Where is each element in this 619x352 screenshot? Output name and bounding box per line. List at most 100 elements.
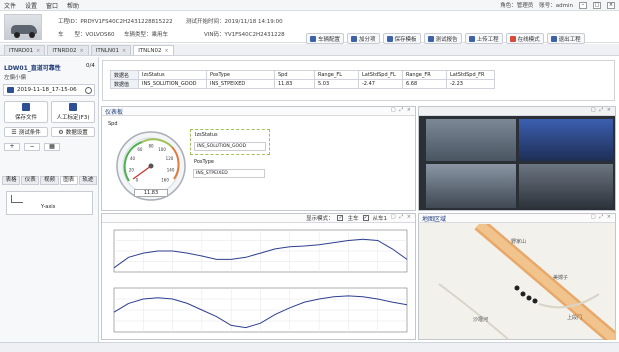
menu-settings[interactable]: 设置	[25, 1, 37, 10]
view-tab-video[interactable]: 视频	[40, 176, 59, 185]
test-report-button[interactable]: 测试报告	[423, 33, 462, 44]
test-tabs: ITNRD01 × ITNRD02 × ITNLN01 × ITNLN02 ×	[0, 44, 619, 56]
table-header-row: 数据名 IzsStatus PosType Spd Range_FL LatSt…	[110, 70, 495, 80]
table-cell: 6.68	[402, 79, 447, 89]
tab-itnrd01[interactable]: ITNRD01 ×	[4, 45, 46, 55]
data-settings-button[interactable]: ⚙ 数据设置	[51, 127, 95, 137]
table-header-cell: IzsStatus	[138, 70, 207, 80]
remove-icon[interactable]: −	[24, 143, 40, 151]
gauge-tick-label: 100	[158, 147, 166, 152]
project-id: 工程ID：PRDYV1FS40C2H2431228815222	[58, 19, 173, 25]
view-tab-track[interactable]: 轨迹	[78, 176, 98, 185]
table-cell: -2.47	[358, 79, 403, 89]
manual-mark-button[interactable]: 人工标定(F3)	[51, 101, 95, 123]
tab-close-icon[interactable]: ×	[80, 48, 84, 54]
chart-panel-header: 显示模式： ✓ 主车 ✓ 从车1 □ ⤢ ×	[102, 214, 415, 223]
user-label: 账号：admin	[539, 3, 573, 9]
gauge-tick-label: 140	[167, 167, 175, 172]
panel-window-controls[interactable]: □ ⤢ ×	[391, 214, 412, 220]
online-icon	[509, 35, 516, 42]
gear-icon: ⚙	[58, 128, 64, 136]
data-table-area: 数据名 IzsStatus PosType Spd Range_FL LatSt…	[102, 60, 615, 101]
field-card-status: IzsStatus INS_SOLUTION_GOOD	[190, 129, 270, 155]
view-tab-gauge[interactable]: 仪表	[21, 176, 40, 185]
bonus-item-button[interactable]: 加分项	[347, 33, 380, 44]
field-postype-value: INS_STPEIXED	[193, 169, 265, 178]
tab-itnln02[interactable]: ITNLN02 ×	[133, 45, 174, 55]
table-header-cell: Spd	[274, 70, 315, 80]
table-cell: INS_SOLUTION_GOOD	[138, 79, 207, 89]
online-mode-button[interactable]: 在线模式	[505, 33, 544, 44]
panel-window-controls[interactable]: □ ⤢ ×	[591, 107, 612, 113]
gauge-value-box: 11.83	[134, 189, 168, 197]
record-time-row[interactable]: 2019-11-18_17-15-06	[3, 84, 95, 96]
table-header-cell: Range_FL	[314, 70, 359, 80]
folder-icon	[7, 87, 14, 93]
config-icon	[310, 35, 316, 42]
gauge-tick-label: 80	[148, 144, 154, 149]
table-cell: -2.23	[446, 79, 495, 89]
field-status-value: INS_SOLUTION_GOOD	[194, 142, 266, 151]
gauge-tick-label: 60	[137, 147, 143, 152]
tab-close-icon[interactable]: ×	[36, 48, 40, 54]
grid-icon[interactable]: ▦	[44, 143, 60, 151]
table-cell: 5.03	[314, 79, 359, 89]
menu-help[interactable]: 帮助	[67, 1, 79, 10]
project-header: 工程ID：PRDYV1FS40C2H2431228815222 测试开始时间：2…	[0, 11, 619, 44]
tag-icon	[69, 103, 77, 111]
data-table: 数据名 IzsStatus PosType Spd Range_FL LatSt…	[110, 70, 495, 89]
close-icon[interactable]: ×	[607, 1, 615, 9]
list-icon: ☰	[11, 128, 17, 136]
table-row: 数据值 INS_SOLUTION_GOOD INS_STPEIXED 11.83…	[110, 79, 495, 89]
maximize-icon[interactable]: □	[593, 1, 601, 9]
line-chart-bottom	[113, 287, 408, 333]
upload-project-button[interactable]: 上传工程	[464, 33, 503, 44]
table-header-cell: LatStdSpd_FL	[358, 70, 403, 80]
line-chart-top	[113, 229, 408, 273]
vehicle-model: 车 型：VOLVOS60	[58, 32, 115, 38]
table-row-label: 数据值	[110, 79, 139, 89]
map-label: 上段门	[567, 315, 583, 321]
gauge-panel-title: 仪表板	[105, 108, 124, 116]
gauge-panel: 仪表板 □ ⤢ × Spd 0 20 40 60 80 100 120 140 160 11.8…	[101, 106, 416, 211]
view-tab-chart[interactable]: 图表	[59, 176, 78, 185]
map-panel-header: 地图区域 □ ⤢ ×	[419, 214, 615, 223]
save-icon	[386, 35, 393, 42]
gauge-tick-label: 120	[166, 156, 174, 161]
view-tab-table[interactable]: 表格	[2, 176, 21, 185]
table-cell: INS_STPEIXED	[206, 79, 275, 89]
map-label: 美嫦子	[553, 275, 569, 281]
exit-icon	[550, 35, 557, 42]
view-tabs: 表格 仪表 视频 图表 轨迹	[2, 176, 98, 185]
tab-close-icon[interactable]: ×	[164, 48, 168, 54]
minimize-icon[interactable]: –	[579, 1, 587, 9]
tab-itnrd02[interactable]: ITNRD02 ×	[47, 45, 89, 55]
panel-window-controls[interactable]: □ ⤢ ×	[591, 214, 612, 220]
status-bar	[0, 342, 619, 352]
test-condition-button[interactable]: ☰ 测试条件	[4, 127, 48, 137]
gauge-tick-label: 160	[161, 178, 169, 183]
settings-icon[interactable]	[85, 86, 92, 94]
save-icon	[22, 103, 30, 111]
menu-file[interactable]: 文件	[4, 1, 16, 10]
chart-list-item[interactable]: Y-axis	[6, 191, 93, 215]
save-template-button[interactable]: 保存模板	[382, 33, 421, 44]
exit-project-button[interactable]: 退出工程	[546, 33, 585, 44]
sidebar-mini-toolbar: + − ▦	[4, 142, 95, 152]
save-file-button[interactable]: 保存文件	[4, 101, 48, 123]
camera-feed-rear-left	[426, 164, 516, 208]
vehicle-config-button[interactable]: 车辆配置	[306, 33, 345, 44]
vehicle-type: 车辆类型：乘用车	[124, 32, 169, 38]
panel-window-controls[interactable]: □ ⤢ ×	[391, 107, 412, 113]
menu-window[interactable]: 窗口	[46, 1, 58, 10]
tab-itnln01[interactable]: ITNLN01 ×	[90, 45, 132, 55]
host-checkbox[interactable]: ✓	[337, 215, 344, 221]
tab-close-icon[interactable]: ×	[122, 48, 126, 54]
table-header-cell: LatStdSpd_FR	[446, 70, 495, 80]
case-subtitle: 左偏小偏	[4, 75, 27, 81]
slave-checkbox[interactable]: ✓	[362, 215, 369, 221]
add-icon[interactable]: +	[4, 143, 20, 151]
plus-icon	[351, 35, 358, 42]
case-progress: 0/4	[86, 63, 95, 69]
gauge-panel-header: 仪表板 □ ⤢ ×	[102, 107, 415, 116]
